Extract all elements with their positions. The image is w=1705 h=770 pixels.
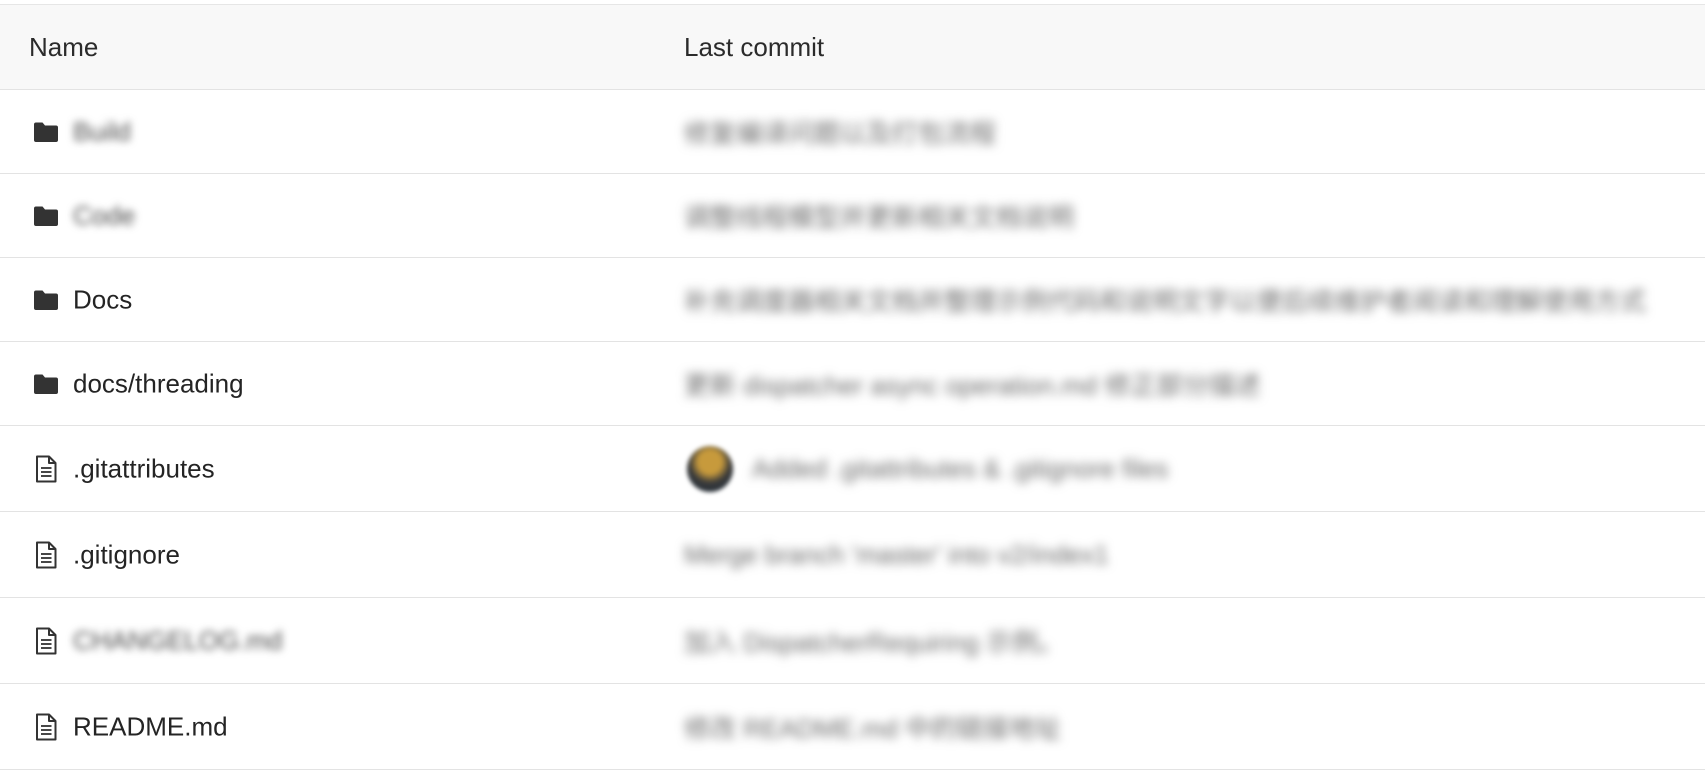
last-commit-message[interactable]: Merge branch 'master' into v2/index1: [684, 539, 1109, 570]
file-icon: [33, 455, 59, 482]
item-name-link[interactable]: .gitignore: [73, 539, 180, 570]
file-row[interactable]: .gitignore Merge branch 'master' into v2/…: [0, 512, 1705, 598]
folder-row[interactable]: Build 修复编译问题以及打包流程: [0, 90, 1705, 174]
last-commit-message[interactable]: 修复编译问题以及打包流程: [684, 113, 996, 150]
item-name-link[interactable]: Docs: [73, 284, 132, 315]
folder-icon: [33, 119, 59, 145]
last-commit-message[interactable]: 修改 README.md 中的链接地址: [684, 708, 1061, 745]
last-commit-message[interactable]: Added .gitattributes & .gitignore files: [752, 453, 1168, 484]
file-row[interactable]: .gitattributes Added .gitattributes & .gi…: [0, 426, 1705, 512]
file-row[interactable]: README.md 修改 README.md 中的链接地址: [0, 684, 1705, 770]
last-commit-message[interactable]: 调整线程模型并更新相关文档说明: [684, 197, 1074, 234]
table-body: Build 修复编译问题以及打包流程 Code 调整线程模型并更新相关文档说明 Do…: [0, 90, 1705, 770]
avatar: [687, 445, 733, 492]
item-name-link[interactable]: .gitattributes: [73, 453, 215, 484]
file-icon: [33, 627, 59, 654]
file-icon: [33, 713, 59, 740]
folder-row[interactable]: docs/threading 更新 dispatcher async operat…: [0, 342, 1705, 426]
folder-row[interactable]: Docs 补充调度器相关文档并整理示例代码和说明文字以便后续维护者阅读和理解使用方…: [0, 258, 1705, 342]
last-commit-column-header: Last commit: [684, 31, 825, 62]
item-name-link[interactable]: README.md: [73, 711, 228, 742]
item-name-link[interactable]: Build: [73, 116, 131, 147]
last-commit-message[interactable]: 加入 DispatcherRequiring 示例。: [684, 622, 1064, 659]
file-row[interactable]: CHANGELOG.md 加入 DispatcherRequiring 示例。: [0, 598, 1705, 684]
name-column-header[interactable]: Name: [29, 32, 98, 63]
last-commit-message[interactable]: 更新 dispatcher async operation.md 修正部分描述: [684, 365, 1261, 402]
item-name-link[interactable]: docs/threading: [73, 368, 244, 399]
folder-row[interactable]: Code 调整线程模型并更新相关文档说明: [0, 174, 1705, 258]
table-header: Name Last commit: [0, 5, 1705, 90]
folder-icon: [33, 287, 59, 313]
item-name-link[interactable]: CHANGELOG.md: [73, 625, 283, 656]
item-name-link[interactable]: Code: [73, 200, 135, 231]
last-commit-message[interactable]: 补充调度器相关文档并整理示例代码和说明文字以便后续维护者阅读和理解使用方式: [684, 281, 1646, 318]
file-icon: [33, 541, 59, 568]
file-list-table: Name Last commit Build 修复编译问题以及打包流程 Code 调…: [0, 4, 1705, 770]
folder-icon: [33, 203, 59, 229]
folder-icon: [33, 371, 59, 397]
